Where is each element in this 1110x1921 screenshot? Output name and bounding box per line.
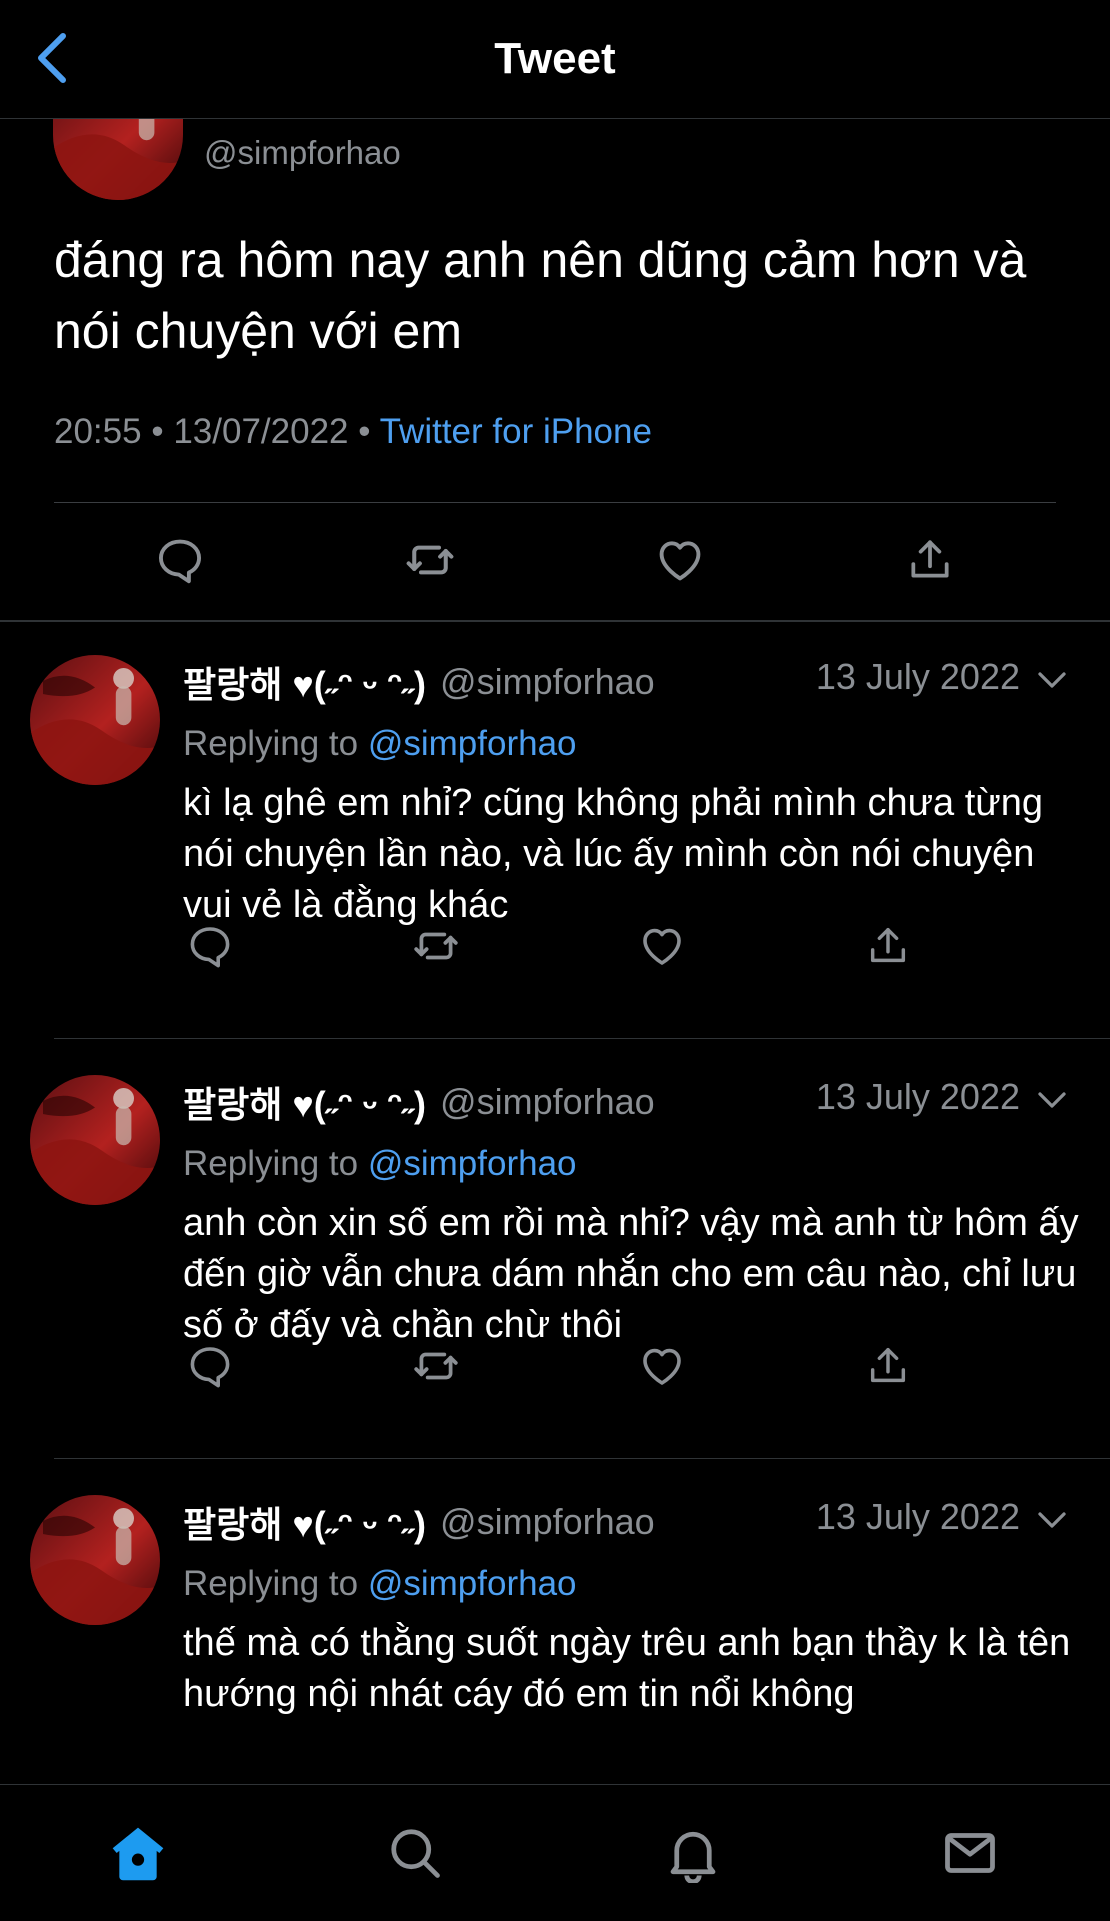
chevron-down-icon[interactable] — [1034, 1502, 1070, 1538]
share-icon[interactable] — [858, 1338, 918, 1394]
tweet-date: 13 July 2022 — [815, 1496, 1020, 1537]
user-handle[interactable]: @simpforhao — [440, 661, 655, 703]
retweet-icon[interactable] — [395, 525, 465, 595]
reply-tweet[interactable]: 팔랑해 ♥(˶ᵔ ᵕ ᵔ˶) @simpforhao 13 July 2022 … — [0, 620, 1110, 1040]
page-title: Tweet — [494, 34, 616, 83]
chevron-left-icon[interactable] — [28, 26, 78, 90]
bottom-nav — [0, 1784, 1110, 1921]
display-name[interactable]: 팔랑해 ♥(˶ᵔ ᵕ ᵔ˶) — [183, 1076, 426, 1128]
divider — [54, 1038, 1110, 1039]
display-name[interactable]: 팔랑해 ♥(˶ᵔ ᵕ ᵔ˶) — [183, 1496, 426, 1548]
avatar[interactable] — [30, 1075, 160, 1205]
reply-text: kì lạ ghê em nhỉ? cũng không phải mình c… — [183, 782, 1043, 926]
mention-link[interactable]: @simpforhao — [368, 1564, 577, 1603]
search-icon[interactable] — [360, 1785, 470, 1921]
avatar[interactable] — [30, 655, 160, 785]
replying-to: Replying to @simpforhao — [183, 724, 577, 764]
replying-label: Replying to — [183, 1144, 359, 1183]
like-icon[interactable] — [632, 1338, 692, 1394]
reply-icon[interactable] — [180, 918, 240, 974]
like-icon[interactable] — [632, 918, 692, 974]
reply-actions — [0, 1338, 1110, 1394]
main-tweet-handle[interactable]: @simpforhao — [204, 134, 401, 172]
replying-to: Replying to @simpforhao — [183, 1564, 577, 1604]
share-icon[interactable] — [858, 918, 918, 974]
tweet-date: 13 July 2022 — [815, 1076, 1020, 1117]
main-tweet-date: 13/07/2022 — [173, 412, 349, 451]
user-handle[interactable]: @simpforhao — [440, 1501, 655, 1543]
main-tweet-actions — [0, 525, 1110, 595]
main-tweet-source-link[interactable]: Twitter for iPhone — [380, 412, 652, 451]
avatar[interactable] — [30, 1495, 160, 1625]
tweet-date: 13 July 2022 — [815, 656, 1020, 697]
share-icon[interactable] — [895, 525, 965, 595]
top-bar: Tweet — [0, 0, 1110, 119]
chevron-down-icon[interactable] — [1034, 1082, 1070, 1118]
replying-to: Replying to @simpforhao — [183, 1144, 577, 1184]
reply-text: thế mà có thằng suốt ngày trêu anh bạn t… — [183, 1622, 1071, 1715]
replying-label: Replying to — [183, 724, 359, 763]
chevron-down-icon[interactable] — [1034, 662, 1070, 698]
reply-icon[interactable] — [145, 525, 215, 595]
retweet-icon[interactable] — [406, 1338, 466, 1394]
divider — [54, 502, 1056, 503]
user-handle[interactable]: @simpforhao — [440, 1081, 655, 1123]
reply-icon[interactable] — [180, 1338, 240, 1394]
like-icon[interactable] — [645, 525, 715, 595]
reply-header: 팔랑해 ♥(˶ᵔ ᵕ ᵔ˶) @simpforhao — [183, 1076, 655, 1128]
reply-header: 팔랑해 ♥(˶ᵔ ᵕ ᵔ˶) @simpforhao — [183, 656, 655, 708]
meta-dot: • — [151, 412, 164, 451]
mention-link[interactable]: @simpforhao — [368, 724, 577, 763]
reply-text: anh còn xin số em rồi mà nhỉ? vậy mà anh… — [183, 1202, 1079, 1346]
meta-dot: • — [358, 412, 371, 451]
retweet-icon[interactable] — [406, 918, 466, 974]
display-name[interactable]: 팔랑해 ♥(˶ᵔ ᵕ ᵔ˶) — [183, 656, 426, 708]
notifications-icon[interactable] — [638, 1785, 748, 1921]
reply-header: 팔랑해 ♥(˶ᵔ ᵕ ᵔ˶) @simpforhao — [183, 1496, 655, 1548]
replying-label: Replying to — [183, 1564, 359, 1603]
home-icon[interactable] — [83, 1785, 193, 1921]
divider — [54, 1458, 1110, 1459]
main-tweet-meta: 20:55 • 13/07/2022 • Twitter for iPhone — [54, 412, 652, 452]
main-tweet-text: đáng ra hôm nay anh nên dũng cảm hơn và … — [54, 232, 1027, 359]
reply-tweet[interactable]: 팔랑해 ♥(˶ᵔ ᵕ ᵔ˶) @simpforhao 13 July 2022 … — [0, 1040, 1110, 1460]
main-tweet-time: 20:55 — [54, 412, 142, 451]
mention-link[interactable]: @simpforhao — [368, 1144, 577, 1183]
reply-actions — [0, 918, 1110, 974]
messages-icon[interactable] — [915, 1785, 1025, 1921]
